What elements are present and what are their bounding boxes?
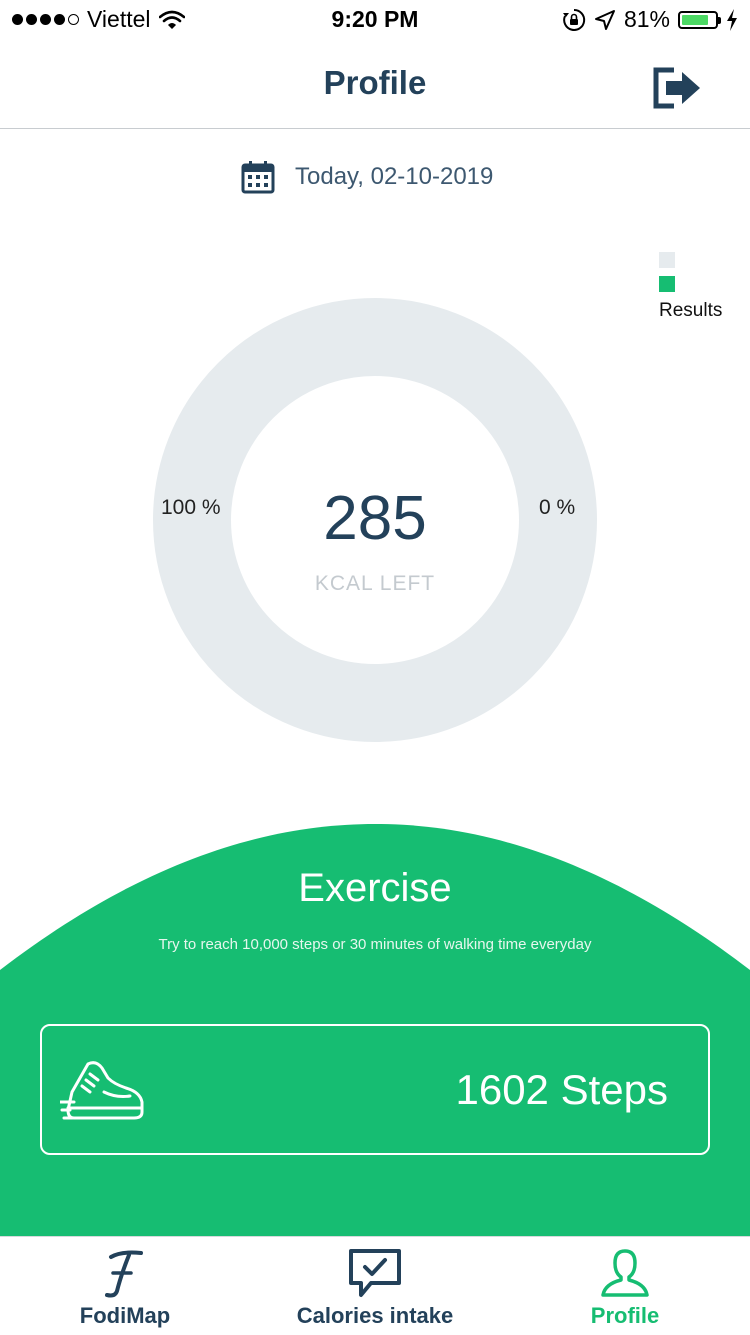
exercise-title: Exercise: [298, 866, 452, 910]
tab-profile-label: Profile: [590, 1303, 660, 1328]
date-label: Today, 02-10-2019: [295, 163, 494, 190]
tab-profile[interactable]: Profile: [500, 1237, 750, 1335]
status-bar: Viettel 9:20 PM 81%: [0, 0, 750, 40]
logout-button[interactable]: [650, 64, 706, 112]
battery-percent: 81%: [623, 6, 670, 32]
percent-left-label: 100 %: [161, 496, 221, 519]
steps-count: 1602 Steps: [455, 1066, 668, 1113]
nav-bar: Profile: [0, 40, 750, 129]
steps-card[interactable]: 1602 Steps: [40, 1024, 710, 1155]
tab-fodimap-label: FodiMap: [79, 1303, 171, 1328]
kcal-left-label: KCAL LEFT: [314, 572, 436, 595]
legend-swatch-remaining: [659, 252, 675, 268]
orientation-lock-icon: [562, 8, 586, 31]
logout-icon: [653, 67, 700, 109]
date-selector[interactable]: Today, 02-10-2019: [241, 160, 493, 194]
legend-label-results: Results: [659, 300, 723, 321]
tab-fodimap[interactable]: FodiMap: [0, 1237, 250, 1335]
person-icon: [601, 1249, 649, 1297]
page-title: Profile: [323, 64, 427, 101]
chart-legend: Results: [659, 252, 722, 322]
battery-level: [682, 14, 708, 25]
percent-right-label: 0 %: [539, 496, 576, 519]
battery-icon: [678, 10, 721, 29]
status-right: 81%: [562, 6, 738, 33]
charging-bolt-icon: [727, 8, 737, 31]
tab-bar: FodiMap Calories intake Profile: [0, 1236, 750, 1335]
chat-check-icon: [349, 1249, 401, 1297]
tab-calories-intake-label: Calories intake: [296, 1303, 454, 1328]
kcal-left-value: 285: [323, 484, 427, 553]
exercise-description: Try to reach 10,000 steps or 30 minutes …: [158, 936, 592, 953]
legend-swatch-results: [659, 276, 675, 292]
tab-calories-intake[interactable]: Calories intake: [250, 1237, 500, 1335]
fodimap-logo-icon: [105, 1250, 143, 1298]
sneaker-icon: [60, 1061, 144, 1120]
calendar-icon: [241, 161, 275, 194]
location-arrow-icon: [594, 9, 615, 30]
